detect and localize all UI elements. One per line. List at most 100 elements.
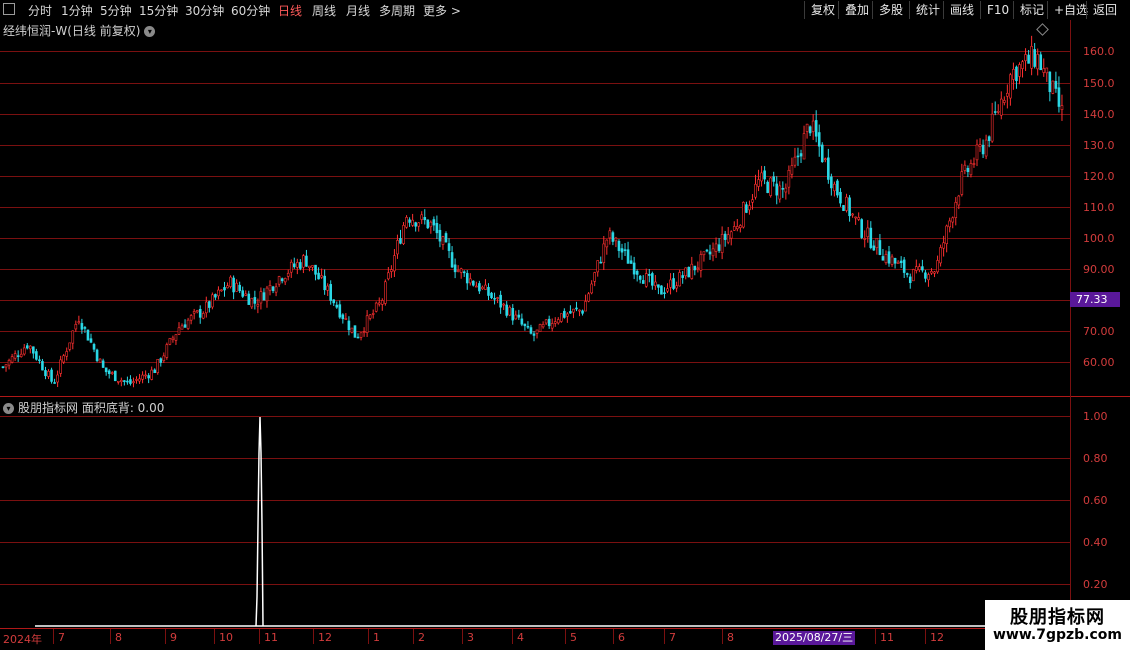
y-tick-label: 140.0 [1083, 108, 1115, 121]
period-tab-30min[interactable]: 30分钟 [185, 2, 224, 19]
candle-body [942, 242, 945, 249]
period-tab-60min[interactable]: 60分钟 [231, 2, 270, 19]
candle-body [869, 227, 873, 248]
period-tab-more[interactable]: 更多 > [423, 2, 461, 19]
menu-icon[interactable] [3, 3, 15, 15]
watermark-url: www.7gpzb.com [992, 627, 1122, 643]
candle-body [478, 283, 481, 292]
candle-body [808, 126, 812, 134]
period-tab-daily[interactable]: 日线 [278, 2, 302, 19]
period-tab-multi[interactable]: 多周期 [379, 2, 415, 19]
candle-body [578, 309, 581, 312]
candle-body [887, 251, 891, 264]
candle-body [95, 349, 99, 361]
candle-body [951, 217, 955, 223]
x-tick-label: 7 [58, 631, 65, 644]
candle-body [289, 261, 293, 273]
candle-body [168, 338, 172, 345]
candle-body [793, 156, 797, 166]
period-tab-1min[interactable]: 1分钟 [61, 2, 93, 19]
candle-body [450, 252, 454, 268]
candle-body [587, 293, 590, 302]
candle-body [875, 237, 879, 248]
candle-body [53, 382, 56, 384]
candle-body [584, 301, 587, 312]
candle-body [232, 277, 235, 293]
candle-body [1018, 64, 1021, 77]
period-tab-monthly[interactable]: 月线 [346, 2, 370, 19]
candle-body [572, 308, 575, 313]
candle-body [839, 191, 842, 204]
y-tick-label: 0.80 [1083, 452, 1108, 465]
candle-body [590, 283, 593, 294]
multi-stock-button[interactable]: 多股 [872, 1, 909, 19]
candle-body [38, 359, 41, 362]
candle-body [723, 233, 727, 240]
draw-line-button[interactable]: 画线 [943, 1, 980, 19]
x-tick-label: 10 [219, 631, 233, 644]
candle-body [280, 278, 284, 282]
candle-body [629, 260, 633, 264]
candle-body [611, 232, 615, 242]
period-tab-5min[interactable]: 5分钟 [100, 2, 132, 19]
back-button[interactable]: 返回 [1086, 1, 1123, 19]
candle-body [814, 120, 818, 137]
candle-body [4, 364, 8, 368]
candle-body [769, 177, 772, 196]
candle-body [939, 247, 942, 264]
candle-body [447, 243, 451, 251]
candle-body [987, 136, 991, 141]
stats-button[interactable]: 统计 [909, 1, 946, 19]
mark-button[interactable]: 标记 [1013, 1, 1050, 19]
candle-body [726, 234, 730, 243]
candle-body [423, 217, 427, 221]
candle-body [171, 337, 175, 340]
x-tick-label: 7 [669, 631, 676, 644]
candle-body [262, 292, 266, 301]
fuquan-button[interactable]: 复权 [804, 1, 841, 19]
candle-body [314, 264, 317, 275]
candle-body [104, 367, 108, 373]
candle-body [250, 298, 254, 308]
candle-body [742, 202, 745, 228]
candle-body [748, 205, 751, 211]
candle-body [311, 265, 314, 268]
candle-body [1009, 74, 1012, 99]
candle-body [356, 336, 360, 339]
period-tab-15min[interactable]: 15分钟 [139, 2, 178, 19]
candle-body [544, 319, 548, 324]
period-tab-weekly[interactable]: 周线 [312, 2, 336, 19]
candle-body [617, 240, 621, 251]
f10-button[interactable]: F10 [980, 1, 1015, 19]
x-tick-mark [110, 629, 111, 644]
candle-body [550, 323, 554, 329]
candle-body [817, 132, 821, 147]
x-tick-label: 2 [418, 631, 425, 644]
candle-body [1003, 100, 1006, 103]
candle-body [481, 286, 484, 290]
candle-body [299, 262, 302, 269]
candle-body [845, 196, 848, 211]
candle-body [180, 325, 184, 330]
candle-body [635, 270, 639, 275]
candle-body [878, 240, 882, 255]
candle-body [323, 275, 326, 291]
x-tick-mark [875, 629, 876, 644]
candle-body [623, 249, 627, 251]
candle-body [1, 366, 5, 368]
candle-body [353, 325, 357, 338]
candle-body [65, 351, 69, 357]
candle-body [911, 269, 915, 282]
candle-body [374, 302, 378, 312]
candle-body [338, 304, 342, 318]
candle-body [745, 204, 748, 213]
overlay-button[interactable]: 叠加 [838, 1, 875, 19]
y-tick-label: 110.0 [1083, 201, 1115, 214]
candle-body [708, 251, 712, 255]
candle-body [966, 167, 970, 173]
candle-body [717, 244, 721, 251]
period-tab-fenshi[interactable]: 分时 [28, 2, 52, 19]
candle-body [265, 287, 269, 302]
candle-body [484, 284, 487, 290]
panel-divider [0, 396, 1130, 397]
